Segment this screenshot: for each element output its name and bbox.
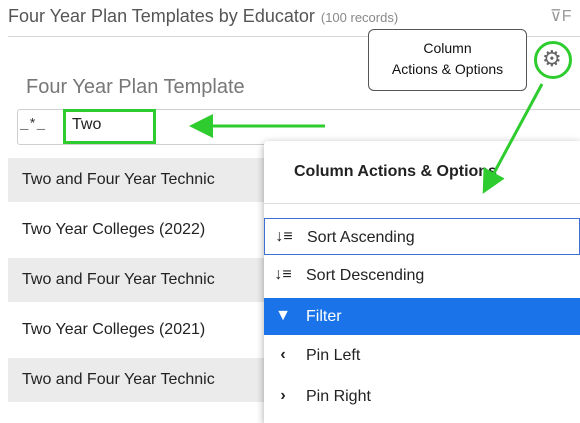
- table-cell: Two and Four Year Technic: [22, 271, 215, 288]
- menu-item-pin-right[interactable]: › Pin Right: [264, 378, 580, 415]
- column-actions-menu: Column Actions & Options ↓≡ Sort Ascendi…: [264, 141, 580, 423]
- menu-item-pin-left[interactable]: ‹ Pin Left: [264, 337, 580, 374]
- page-title: Four Year Plan Templates by Educator (100…: [8, 6, 398, 27]
- menu-title: Column Actions & Options: [294, 163, 497, 180]
- column-actions-button[interactable]: ⚙: [542, 46, 562, 72]
- header-filter-label: F: [561, 8, 572, 25]
- table-cell: Two Year Colleges (2022): [22, 221, 206, 238]
- filter-mode-toggle[interactable]: _*_: [20, 114, 56, 136]
- menu-item-label: Pin Right: [306, 388, 371, 405]
- menu-item-label: Sort Ascending: [307, 229, 415, 246]
- column-title: Four Year Plan Template: [26, 76, 245, 98]
- filter-icon: ▼: [275, 307, 291, 324]
- menu-item-label: Pin Left: [306, 347, 361, 364]
- chevron-left-icon: ‹: [280, 346, 286, 363]
- tooltip-line-2: Actions & Options: [391, 61, 504, 77]
- header-filter-button[interactable]: ⊽F: [550, 6, 572, 26]
- menu-item-label: Filter: [306, 308, 342, 325]
- gear-icon: ⚙: [542, 46, 562, 71]
- table-cell: Two and Four Year Technic: [22, 171, 215, 188]
- filter-icon: ⊽: [550, 8, 562, 25]
- menu-item-label: Sort Descending: [306, 267, 425, 284]
- sort-ascending-icon: ↓≡: [275, 228, 293, 245]
- menu-divider: [264, 203, 580, 204]
- menu-item-sort-descending[interactable]: ↓≡ Sort Descending: [264, 257, 580, 294]
- tooltip-line-1: Column: [423, 40, 472, 56]
- chevron-right-icon: ›: [280, 387, 286, 404]
- annotation-highlight-box: [63, 109, 156, 144]
- page-title-text: Four Year Plan Templates by Educator: [8, 6, 315, 26]
- table-cell: Two Year Colleges (2021): [22, 321, 206, 338]
- sort-descending-icon: ↓≡: [274, 266, 292, 283]
- menu-item-filter[interactable]: ▼ Filter: [264, 298, 580, 335]
- tooltip: Column Actions & Options: [368, 29, 527, 91]
- record-count: (100 records): [320, 10, 399, 25]
- menu-item-sort-ascending[interactable]: ↓≡ Sort Ascending: [264, 218, 580, 255]
- table-cell: Two and Four Year Technic: [22, 371, 215, 388]
